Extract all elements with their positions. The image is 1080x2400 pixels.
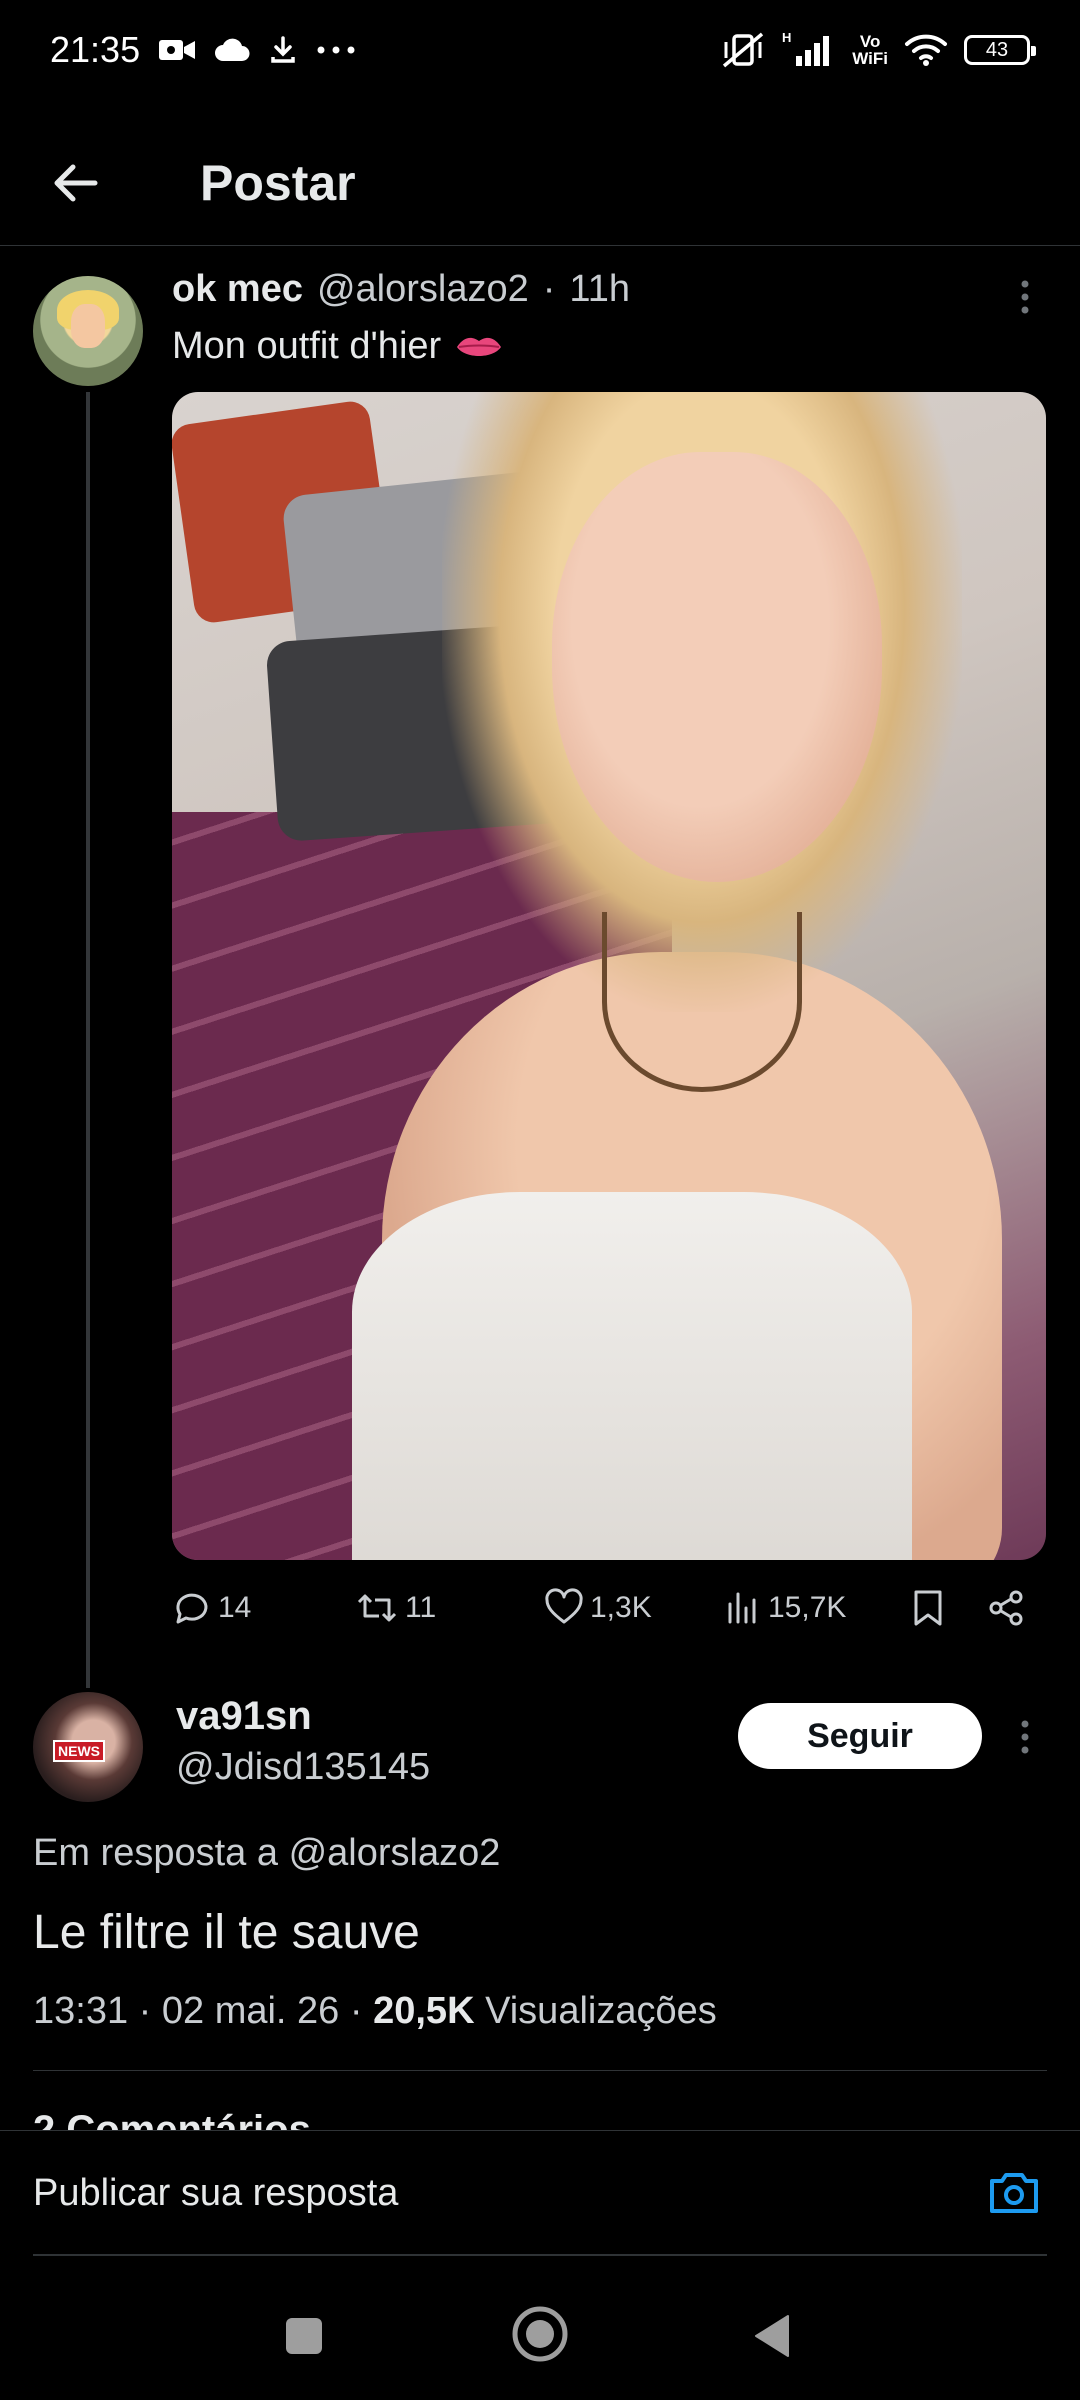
author-avatar[interactable] xyxy=(33,276,143,386)
recents-button[interactable] xyxy=(284,2316,324,2361)
more-vertical-icon xyxy=(1021,280,1029,314)
camera-icon xyxy=(990,2173,1038,2213)
vibrate-off-icon xyxy=(720,30,766,70)
reply-icon xyxy=(176,1593,208,1624)
wifi-icon xyxy=(904,33,948,67)
views-button[interactable]: 15,7K xyxy=(722,1588,846,1628)
reply-author-name[interactable]: va91sn xyxy=(176,1694,312,1739)
video-camera-icon xyxy=(158,37,196,63)
back-nav-button[interactable] xyxy=(752,2312,792,2365)
repost-count: 11 xyxy=(405,1591,437,1624)
thread-connector xyxy=(86,392,90,1688)
cloud-icon xyxy=(214,37,250,63)
views-count: 15,7K xyxy=(768,1591,847,1624)
tweet-media-image[interactable] xyxy=(172,392,1046,1560)
camera-button[interactable] xyxy=(986,2165,1042,2221)
system-navigation-bar xyxy=(0,2270,1080,2400)
vowifi-indicator: Vo WiFi xyxy=(852,32,888,68)
bookmark-icon xyxy=(914,1590,942,1626)
reply-text: Le filtre il te sauve xyxy=(33,1906,420,1959)
square-icon xyxy=(286,2318,322,2354)
bookmark-button[interactable] xyxy=(910,1588,946,1628)
reply-compose-bar: Publicar sua resposta xyxy=(0,2130,1080,2255)
more-vertical-icon xyxy=(1021,1720,1029,1754)
home-circle-icon xyxy=(512,2306,568,2362)
reply-to-mention[interactable]: @alorslazo2 xyxy=(289,1832,501,1874)
like-count: 1,3K xyxy=(590,1591,652,1624)
tweet-text: Mon outfit d'hier xyxy=(172,325,503,368)
repost-button[interactable]: 11 xyxy=(355,1588,436,1628)
repost-icon xyxy=(357,1594,397,1622)
author-name[interactable]: ok mec xyxy=(172,268,303,311)
reply-date[interactable]: 02 mai. 26 xyxy=(162,1990,339,2032)
battery-indicator: 43 xyxy=(964,35,1036,65)
reply-count: 14 xyxy=(218,1591,252,1624)
share-icon xyxy=(989,1590,1023,1626)
back-button[interactable] xyxy=(0,133,150,233)
reply-views-label: Visualizações xyxy=(485,1990,717,2032)
tweet-header: ok mec @alorslazo2 · 11h xyxy=(172,268,630,311)
reply-metadata: 13:31 · 02 mai. 26 · 20,5K Visualizações xyxy=(33,1990,717,2032)
reply-time[interactable]: 13:31 xyxy=(33,1990,128,2032)
top-app-bar: Postar xyxy=(0,120,1080,246)
page-title: Postar xyxy=(200,154,356,211)
reply-context: Em resposta a @alorslazo2 xyxy=(33,1832,501,1874)
tweet-more-button[interactable] xyxy=(1010,278,1040,323)
svg-text:H: H xyxy=(782,30,791,45)
like-button[interactable]: 1,3K xyxy=(544,1588,652,1628)
reply-more-button[interactable] xyxy=(1010,1718,1040,1763)
more-notifications-icon xyxy=(316,45,356,55)
clock: 21:35 xyxy=(50,29,141,70)
reply-views-count: 20,5K xyxy=(373,1990,475,2032)
news-badge: NEWS xyxy=(53,1740,105,1762)
home-button[interactable] xyxy=(512,2306,568,2367)
reply-author-handle[interactable]: @Jdisd135145 xyxy=(176,1746,430,1789)
tweet-timestamp[interactable]: 11h xyxy=(569,268,630,311)
arrow-left-icon xyxy=(54,164,98,201)
follow-button[interactable]: Seguir xyxy=(738,1703,982,1769)
heart-icon xyxy=(545,1588,583,1624)
author-handle[interactable]: @alorslazo2 xyxy=(317,268,529,311)
cell-signal-icon: H xyxy=(782,30,836,70)
share-button[interactable] xyxy=(986,1588,1026,1628)
reply-input[interactable]: Publicar sua resposta xyxy=(33,2131,933,2256)
views-chart-icon xyxy=(728,1592,756,1624)
tweet-action-bar: 14 11 1,3K 15,7K xyxy=(172,1588,1046,1632)
separator-dot: · xyxy=(542,268,556,310)
status-bar: 21:35 H Vo WiFi 43 xyxy=(0,0,1080,100)
reply-button[interactable]: 14 xyxy=(172,1588,251,1628)
divider xyxy=(33,2070,1047,2071)
compose-underline xyxy=(33,2254,1047,2256)
download-icon xyxy=(268,35,298,65)
lips-emoji-icon xyxy=(457,337,502,356)
triangle-back-icon xyxy=(755,2315,789,2357)
reply-author-avatar[interactable]: NEWS xyxy=(33,1692,143,1802)
comments-count-label[interactable]: 2 Comentários xyxy=(33,2108,311,2130)
